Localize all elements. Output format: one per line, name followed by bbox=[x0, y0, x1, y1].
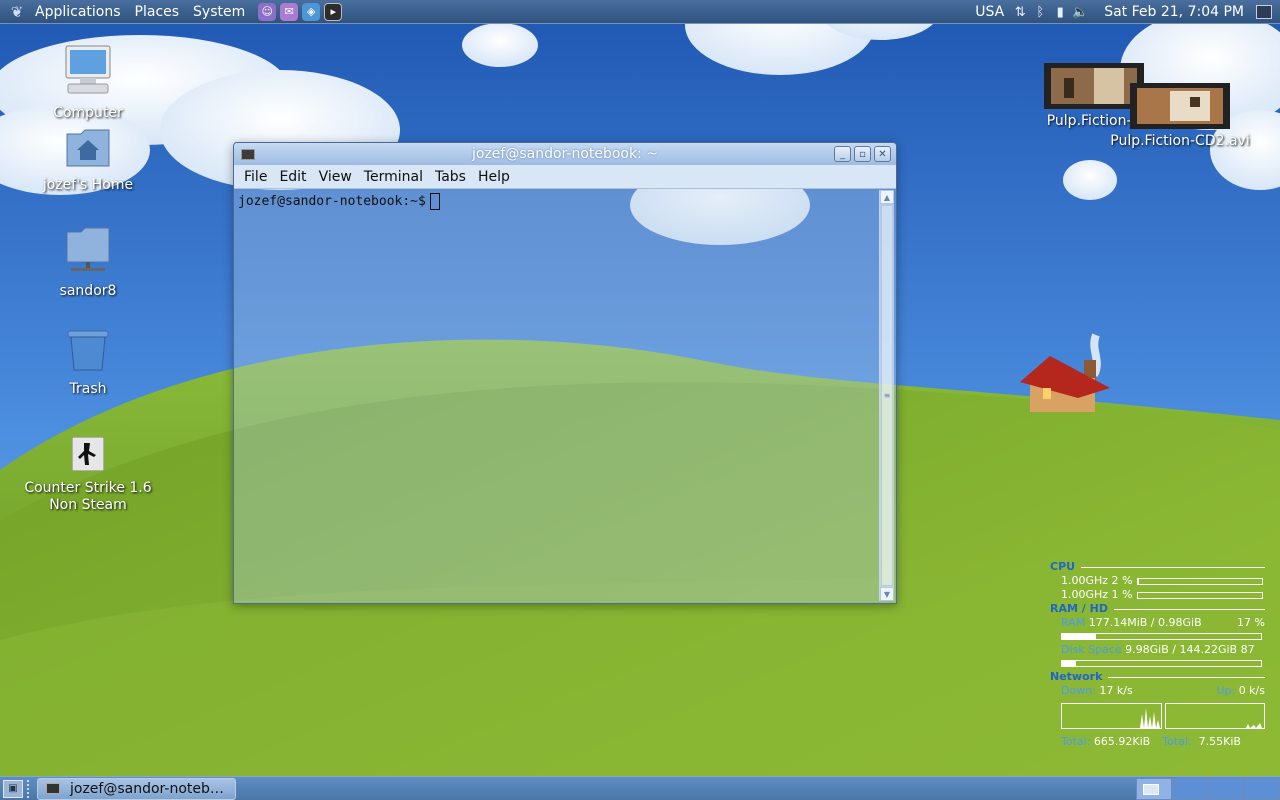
close-button[interactable]: ✕ bbox=[874, 146, 891, 162]
system-tray: USA ⇅ ᛒ ▮ 🔈 Sat Feb 21, 7:04 PM bbox=[975, 0, 1280, 24]
up-value: 0 k/s bbox=[1238, 684, 1265, 697]
download-graph bbox=[1061, 703, 1162, 729]
cpu-unit: % bbox=[1122, 588, 1133, 601]
workspace-2[interactable] bbox=[1172, 778, 1208, 800]
clock[interactable]: Sat Feb 21, 7:04 PM bbox=[1104, 4, 1244, 20]
terminal-icon[interactable]: ▸ bbox=[324, 2, 343, 21]
bluetooth-icon[interactable]: ᛒ bbox=[1032, 3, 1048, 21]
keyboard-layout-indicator[interactable]: USA bbox=[975, 4, 1004, 20]
ram-label: RAM bbox=[1061, 616, 1086, 629]
terminal-menubar: File Edit View Terminal Tabs Help bbox=[234, 165, 896, 189]
disk-label: Disk Space bbox=[1061, 643, 1122, 656]
menu-edit[interactable]: Edit bbox=[273, 169, 312, 185]
window-titlebar[interactable]: jozef@sandor-notebook: ~ _ ▫ ✕ bbox=[234, 143, 896, 165]
taskbar-item-label: jozef@sandor-noteb… bbox=[70, 780, 224, 797]
menu-tabs[interactable]: Tabs bbox=[429, 169, 472, 185]
top-panel: ❦ Applications Places System ☺ ✉ ◈ ▸ USA… bbox=[0, 0, 1280, 24]
cpu-core-label: 1.00GHz 1 bbox=[1061, 588, 1119, 601]
desktop-icon-label: jozef's Home bbox=[42, 177, 134, 193]
computer-icon bbox=[65, 45, 111, 94]
menu-file[interactable]: File bbox=[238, 169, 273, 185]
scroll-down-arrow-icon[interactable]: ▼ bbox=[880, 587, 894, 601]
show-desktop-button[interactable]: ▣ bbox=[3, 779, 23, 798]
network-section-header: Network bbox=[1050, 670, 1265, 684]
down-label: Down: bbox=[1061, 684, 1096, 697]
bottom-panel: ▣ jozef@sandor-noteb… bbox=[0, 776, 1280, 800]
scrollbar-thumb[interactable]: ≡ bbox=[881, 205, 893, 586]
text-cursor bbox=[429, 193, 440, 210]
scroll-up-arrow-icon[interactable]: ▲ bbox=[880, 190, 894, 204]
desktop-file-pulp-fiction-cd2[interactable]: Pulp.Fiction-CD2.avi bbox=[1110, 83, 1250, 149]
network-icon[interactable]: ⇅ bbox=[1012, 3, 1028, 21]
menu-view[interactable]: View bbox=[313, 169, 358, 185]
video-thumbnail-icon bbox=[1130, 83, 1230, 129]
window-title: jozef@sandor-notebook: ~ bbox=[471, 146, 659, 162]
total-down-label: Total: bbox=[1061, 735, 1091, 748]
gnome-foot-icon[interactable]: ❦ bbox=[6, 1, 28, 23]
ram-bar bbox=[1061, 633, 1262, 640]
counter-strike-icon bbox=[71, 436, 105, 472]
battery-icon[interactable]: ▮ bbox=[1052, 3, 1068, 21]
ram-percent: 17 % bbox=[1237, 616, 1265, 629]
desktop-icon-counter-strike[interactable]: Counter Strike 1.6 Non Steam bbox=[18, 420, 158, 531]
maximize-button[interactable]: ▫ bbox=[854, 146, 871, 162]
desktop-icon-trash[interactable]: Trash bbox=[18, 328, 158, 398]
minimize-button[interactable]: _ bbox=[834, 146, 851, 162]
desktop-icon-label: sandor8 bbox=[59, 283, 117, 299]
menu-applications[interactable]: Applications bbox=[28, 4, 128, 20]
terminal-window: jozef@sandor-notebook: ~ _ ▫ ✕ File Edit… bbox=[233, 142, 897, 604]
total-up-value: 7.55KiB bbox=[1198, 735, 1241, 748]
menu-help[interactable]: Help bbox=[472, 169, 516, 185]
cpu-core-label: 1.00GHz 2 bbox=[1061, 574, 1119, 587]
volume-icon[interactable]: 🔈 bbox=[1072, 3, 1088, 21]
down-value: 17 k/s bbox=[1099, 684, 1133, 697]
desktop-icon-label: Computer bbox=[53, 105, 123, 121]
workspace-switcher bbox=[1136, 778, 1280, 800]
cpu-unit: % bbox=[1122, 574, 1133, 587]
taskbar-item-terminal[interactable]: jozef@sandor-noteb… bbox=[37, 777, 236, 800]
pidgin-icon[interactable]: ☺ bbox=[258, 2, 277, 21]
cpu-bar bbox=[1136, 577, 1263, 585]
desktop-icon-home[interactable]: jozef's Home bbox=[18, 128, 158, 194]
workspace-4[interactable] bbox=[1244, 778, 1280, 800]
desktop-icon-label: Counter Strike 1.6 Non Steam bbox=[24, 480, 152, 513]
terminal-scrollbar[interactable]: ▲ ≡ ▼ bbox=[879, 190, 894, 601]
total-up-label: Total: bbox=[1162, 735, 1192, 748]
menu-system[interactable]: System bbox=[186, 4, 252, 20]
trash-icon bbox=[67, 330, 109, 371]
disk-value: 9.98GiB / 144.22GiB 87 bbox=[1125, 643, 1255, 656]
panel-grip[interactable] bbox=[27, 779, 33, 798]
workspace-3[interactable] bbox=[1208, 778, 1244, 800]
network-folder-icon bbox=[66, 227, 110, 271]
disk-bar bbox=[1061, 660, 1262, 667]
workspace-1[interactable] bbox=[1136, 778, 1172, 800]
shell-prompt: jozef@sandor-notebook:~$ bbox=[238, 194, 426, 209]
cpu-bar bbox=[1136, 591, 1263, 599]
menu-terminal[interactable]: Terminal bbox=[358, 169, 429, 185]
ram-value: 177.14MiB / 0.98GiB bbox=[1088, 616, 1202, 629]
upload-graph bbox=[1164, 703, 1265, 729]
menu-places[interactable]: Places bbox=[128, 4, 187, 20]
desktop-icon-label: Pulp.Fiction-CD2.avi bbox=[1110, 133, 1250, 149]
total-down-value: 665.92KiB bbox=[1093, 735, 1151, 748]
ram-section-header: RAM / HD bbox=[1050, 602, 1265, 616]
terminal-icon bbox=[46, 783, 60, 794]
up-label: Up: bbox=[1216, 684, 1236, 697]
system-monitor: CPU 1.00GHz 2 % 1.00GHz 1 % RAM / HD RAM… bbox=[1050, 560, 1265, 749]
terminal-content[interactable]: jozef@sandor-notebook:~$ bbox=[236, 190, 878, 601]
desktop-icon-sandor8[interactable]: sandor8 bbox=[18, 226, 158, 300]
virtualbox-icon[interactable]: ◈ bbox=[302, 2, 321, 21]
pidgin-icon[interactable]: ✉ bbox=[280, 2, 299, 21]
home-folder-icon bbox=[66, 129, 110, 167]
desktop-icon-computer[interactable]: Computer bbox=[18, 44, 158, 122]
cpu-section-header: CPU bbox=[1050, 560, 1265, 574]
desktop-icon-label: Trash bbox=[69, 381, 107, 397]
show-desktop-icon[interactable] bbox=[1256, 5, 1272, 19]
